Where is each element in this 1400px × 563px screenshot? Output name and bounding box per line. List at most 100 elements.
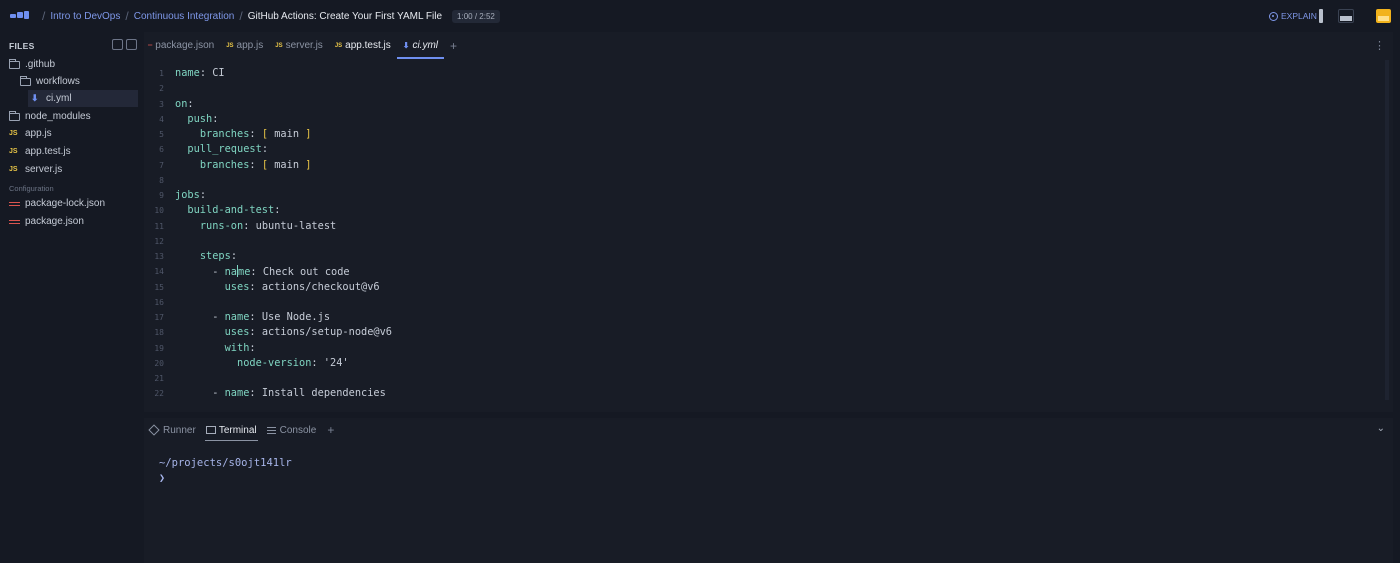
breadcrumb-course[interactable]: Intro to DevOps [50, 11, 120, 22]
line-number: 11 [154, 221, 164, 231]
line-number: 9 [159, 191, 164, 200]
tree-item-label: app.test.js [25, 146, 71, 157]
tab-server-js[interactable]: JS server.js [269, 32, 329, 59]
line-number: 22 [154, 389, 164, 399]
line-text: jobs: [175, 189, 207, 201]
line-number: 5 [159, 130, 164, 139]
line-number: 16 [154, 297, 164, 307]
tab-app-js[interactable]: JS app.js [220, 32, 269, 59]
layout-split-icon[interactable] [1338, 9, 1354, 23]
yaml-key: build-and-test [187, 204, 275, 217]
layout-full-icon[interactable] [1376, 9, 1391, 23]
panel-tabs: Runner Terminal Console + [144, 418, 340, 442]
video-timer: 1:00 / 2:52 [452, 9, 500, 23]
code-line: 21 [144, 372, 1393, 387]
code-line: 6 pull_request: [144, 143, 1393, 158]
tree-item-package-json[interactable]: package.json [9, 213, 84, 230]
tree-item-label: app.js [25, 128, 52, 139]
tab-ci-yml[interactable]: ⬇ ci.yml [396, 32, 445, 59]
tree-item-server-js[interactable]: JS server.js [9, 161, 62, 178]
line-text: - name: Use Node.js [175, 311, 331, 323]
line-number: 17 [154, 313, 164, 322]
line-number: 2 [159, 84, 164, 94]
tree-item-github[interactable]: .github [9, 56, 55, 73]
line-number: 1 [159, 69, 164, 78]
tab-label: Runner [163, 424, 196, 436]
tab-terminal[interactable]: Terminal [201, 418, 262, 442]
yaml-key: with [224, 341, 250, 354]
explain-button[interactable]: EXPLAIN [1269, 9, 1317, 23]
code-line: 14 - name: Check out code [144, 265, 1393, 280]
line-number: 13 [154, 252, 164, 261]
code-area[interactable]: 1 name: CI 2 3 on: 4 push: 5 branches: [ main … [144, 67, 1393, 410]
tree-item-label: ci.yml [46, 93, 72, 104]
tab-app-test-js[interactable]: JS app.test.js [329, 32, 397, 59]
add-panel-tab-button[interactable]: + [321, 423, 340, 437]
yaml-value: CI [206, 67, 225, 79]
line-text: uses: actions/setup-node@v6 [224, 326, 393, 339]
code-line: 1 name: CI [144, 67, 1393, 82]
code-line: 12 [144, 235, 1393, 250]
code-line: 16 [144, 296, 1393, 311]
code-line: 13 steps: [144, 250, 1393, 265]
line-text: steps: [199, 250, 238, 262]
layout-sidebar-icon[interactable] [1319, 9, 1323, 23]
tree-item-node-modules[interactable]: node_modules [9, 108, 91, 125]
yaml-key: uses [224, 326, 250, 339]
yaml-key: name [224, 311, 250, 323]
tab-console[interactable]: Console [262, 418, 322, 442]
new-file-icon[interactable] [112, 39, 123, 50]
line-number: 21 [154, 374, 164, 383]
code-line: 5 branches: [ main ] [144, 128, 1393, 143]
code-line: 10 build-and-test: [144, 204, 1393, 219]
line-text: branches: [ main ] [199, 158, 312, 171]
json-icon: ═ [148, 42, 153, 49]
yaml-key: jobs [175, 189, 200, 201]
yaml-value: Install dependencies [255, 387, 386, 400]
line-text: push: [187, 112, 219, 125]
code-line: 15 uses: actions/checkout@v6 [144, 281, 1393, 296]
tree-item-label: .github [25, 59, 56, 70]
add-tab-button[interactable]: + [444, 39, 463, 53]
line-number: 18 [154, 328, 164, 338]
tab-label: Console [279, 424, 317, 436]
code-line: 8 [144, 174, 1393, 189]
files-heading: FILES [9, 41, 35, 51]
bottom-panel: Runner Terminal Console + ⌄ ~/projects/s… [144, 418, 1393, 563]
line-number: 14 [154, 267, 164, 277]
tab-label: package.json [155, 40, 215, 51]
yaml-icon: ⬇ [402, 41, 410, 50]
line-number: 4 [159, 114, 164, 124]
yaml-icon: ⬇ [31, 93, 39, 103]
code-editor: ═ package.json JS app.js JS server.js JS… [144, 32, 1393, 412]
more-options-icon[interactable]: ⋮ [1374, 39, 1385, 52]
tree-item-label: package-lock.json [25, 198, 106, 209]
js-icon: JS [275, 42, 283, 49]
js-icon: JS [9, 166, 18, 173]
line-text: with: [224, 341, 256, 354]
tree-item-workflows[interactable]: workflows [20, 73, 80, 90]
page-title: GitHub Actions: Create Your First YAML F… [247, 10, 443, 22]
new-folder-icon[interactable] [126, 39, 137, 50]
logo-icon[interactable] [10, 11, 30, 21]
chevron-down-icon[interactable]: ⌄ [1377, 423, 1385, 434]
tree-item-ci-yml[interactable]: ⬇ ci.yml [28, 90, 138, 107]
breadcrumb-module[interactable]: Continuous Integration [134, 11, 235, 22]
explain-icon [1269, 11, 1278, 21]
tree-item-package-lock-json[interactable]: package-lock.json [9, 195, 105, 212]
yaml-key: runs-on [199, 219, 244, 232]
line-number: 12 [154, 236, 164, 246]
terminal-output[interactable]: ~/projects/s0ojt141lr ❯ [159, 457, 292, 484]
tab-label: ci.yml [412, 40, 439, 51]
editor-scrollbar[interactable] [1385, 60, 1389, 400]
yaml-key: branches [199, 128, 250, 140]
terminal-icon [205, 426, 216, 434]
tab-package-json[interactable]: ═ package.json [144, 32, 220, 59]
tab-runner[interactable]: Runner [144, 418, 201, 442]
yaml-key: name [224, 265, 251, 279]
line-number: 10 [154, 206, 164, 216]
tree-item-app-js[interactable]: JS app.js [9, 125, 52, 142]
line-text: branches: [ main ] [199, 128, 312, 140]
code-line: 3 on: [144, 98, 1393, 113]
tree-item-app-test-js[interactable]: JS app.test.js [9, 143, 71, 160]
